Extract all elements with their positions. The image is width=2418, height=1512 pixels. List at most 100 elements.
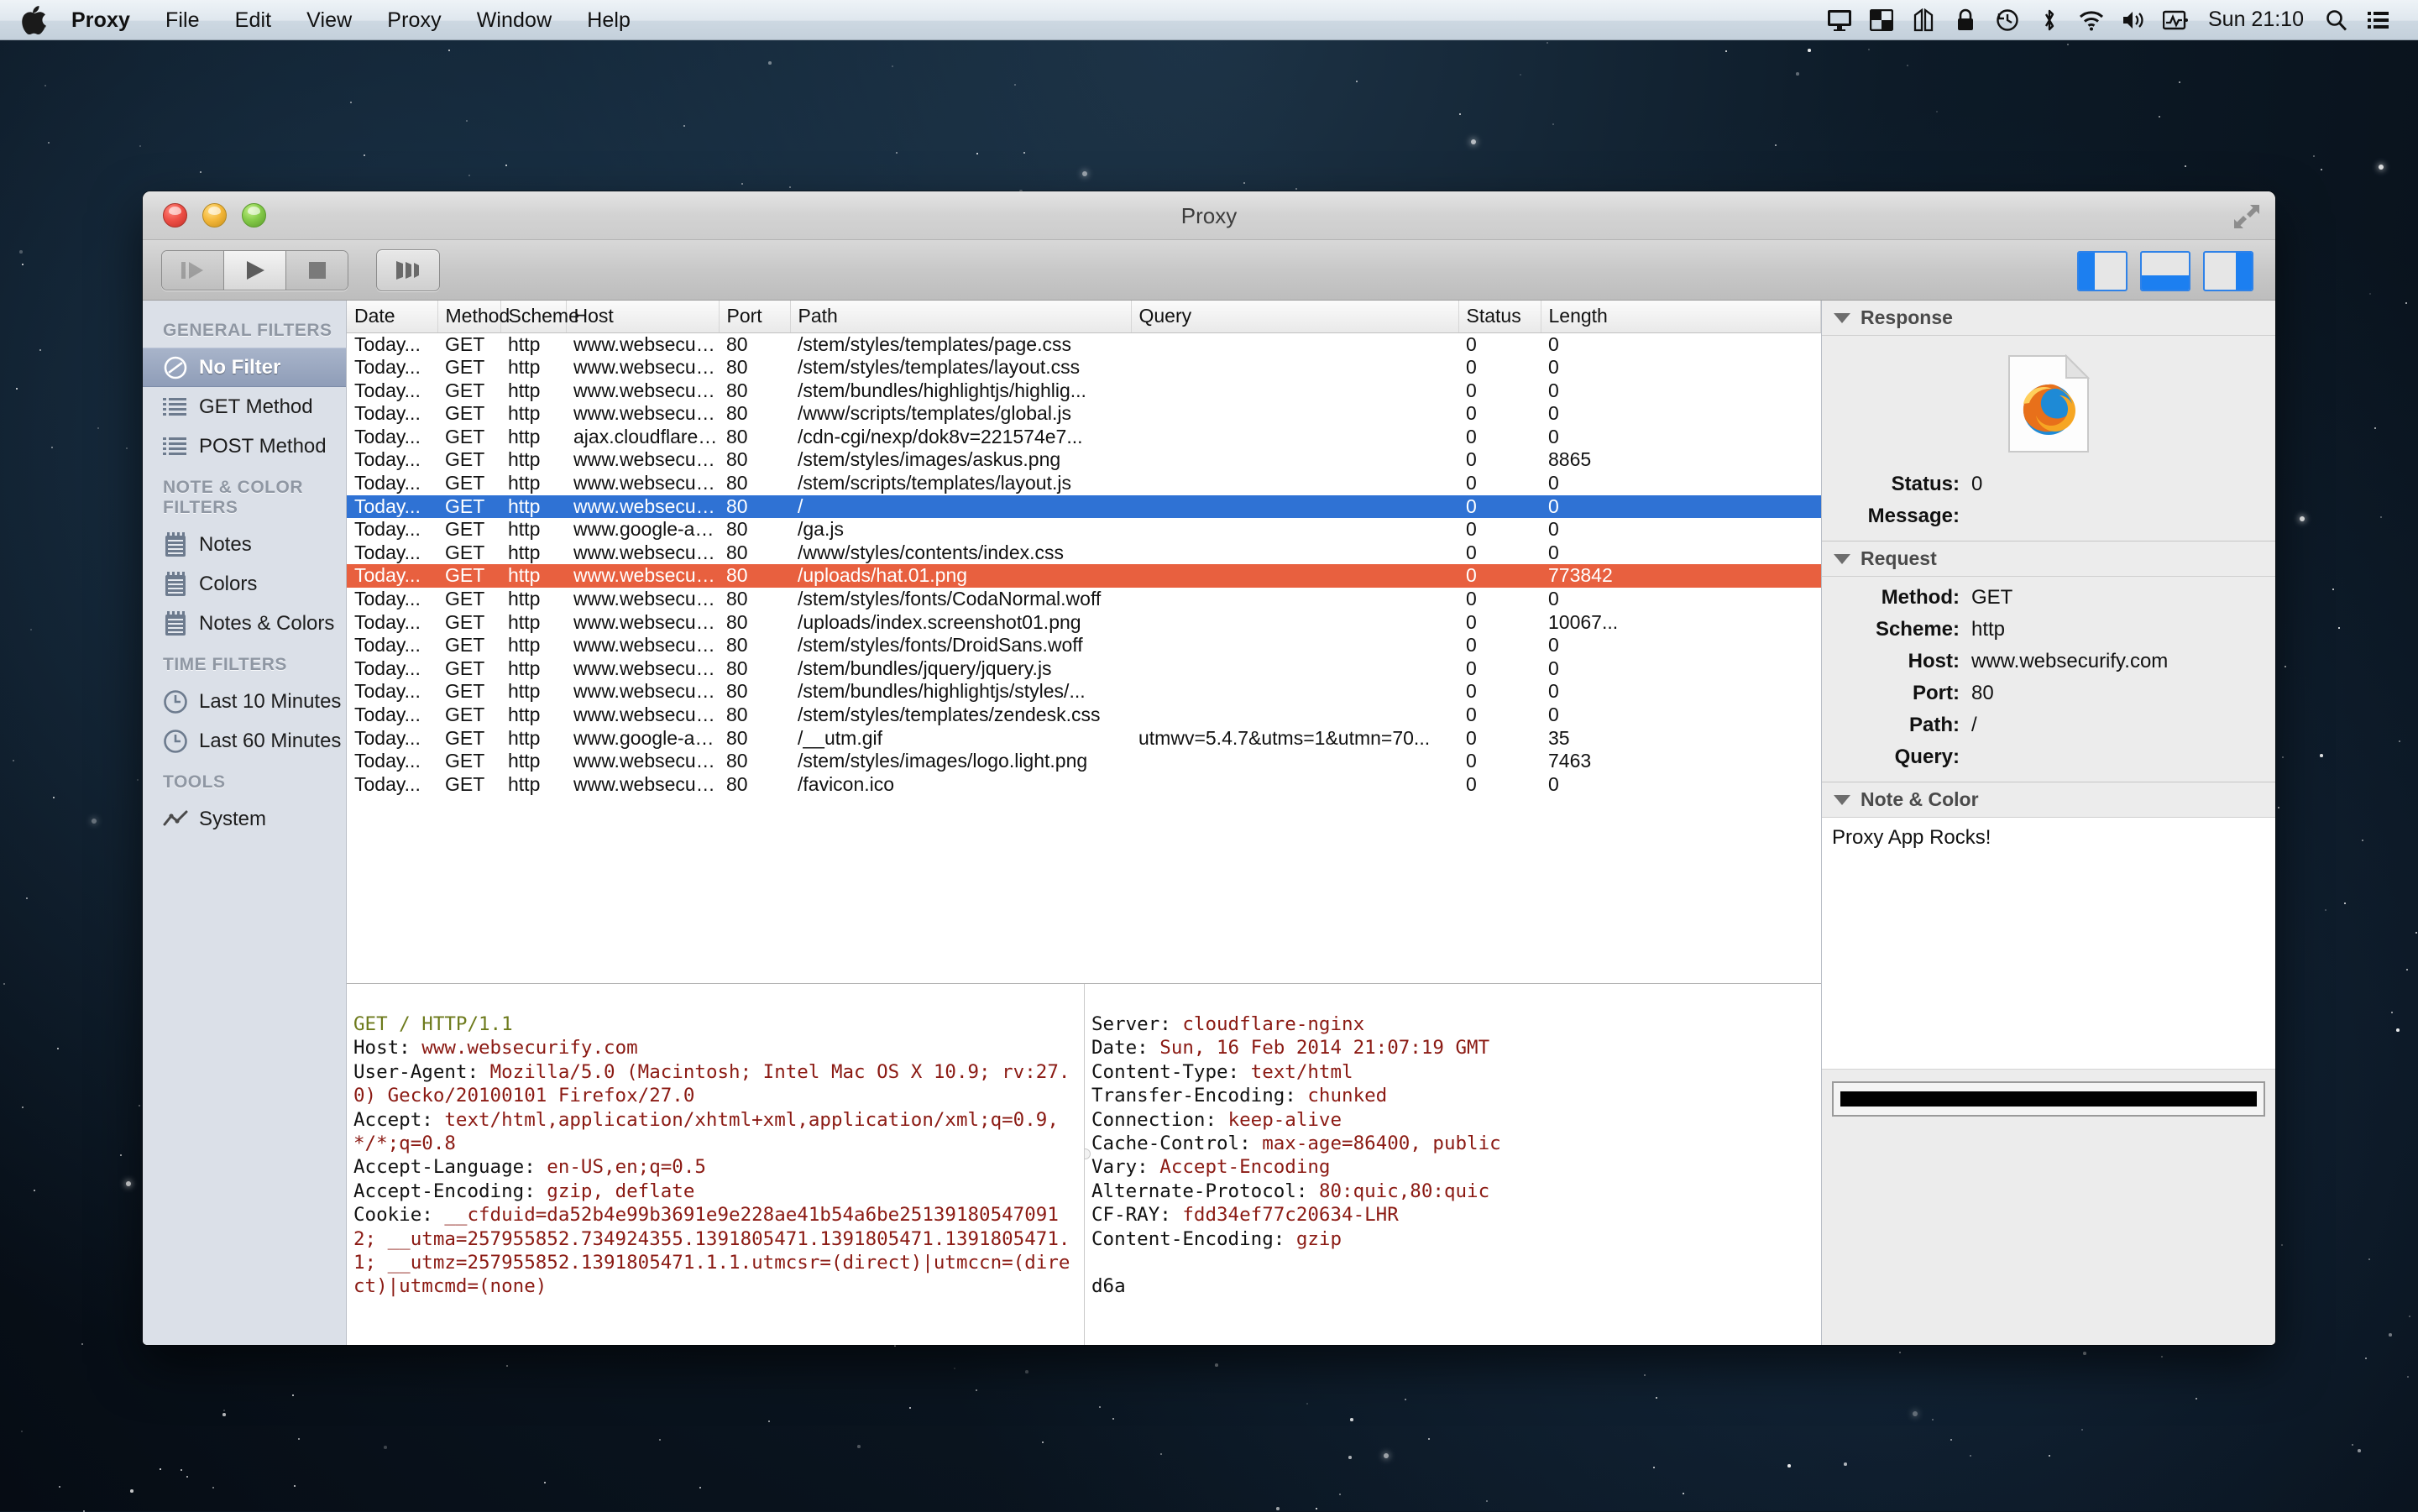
table-row[interactable]: Today... GET http www.websecuri... 80/stem/s… bbox=[347, 634, 1821, 657]
play-button[interactable] bbox=[224, 250, 286, 290]
toggle-bottom-panel[interactable] bbox=[2140, 251, 2190, 291]
column-header-length[interactable]: Length bbox=[1541, 301, 1821, 333]
response-text-pane[interactable]: Server: cloudflare-nginx Date: Sun, 16 F… bbox=[1084, 984, 1821, 1345]
table-row[interactable]: Today... GET http www.websecuri... 80/upload… bbox=[347, 564, 1821, 589]
table-row[interactable]: Today... GET http www.websecuri... 80/ 0 0 bbox=[347, 494, 1821, 519]
columns-button[interactable] bbox=[376, 249, 440, 291]
sidebar-item-last-10-minutes[interactable]: Last 10 Minutes bbox=[143, 682, 346, 721]
menu-item-help[interactable]: Help bbox=[569, 0, 648, 40]
column-header-host[interactable]: Host bbox=[566, 301, 720, 333]
cell-port: 80 bbox=[726, 402, 748, 425]
request-field-method: Method: GET bbox=[1822, 582, 2275, 614]
cell-path: /stem/scripts/templates/layout.js bbox=[798, 472, 1071, 494]
stop-button[interactable] bbox=[286, 250, 348, 290]
response-section-header[interactable]: Response bbox=[1822, 301, 2275, 336]
sidebar-item-no-filter[interactable]: No Filter bbox=[143, 348, 346, 387]
table-row[interactable]: Today... GET http www.google-an... 80/ga.js 0… bbox=[347, 518, 1821, 541]
table-row[interactable]: Today... GET http www.websecuri... 80/stem/s… bbox=[347, 750, 1821, 773]
fullscreen-expand-icon[interactable] bbox=[2232, 201, 2262, 232]
cell-length: 0 bbox=[1548, 772, 1559, 795]
cell-host: www.websecuri... bbox=[573, 634, 719, 657]
table-row[interactable]: Today... GET http www.websecuri... 80/stem/b… bbox=[347, 680, 1821, 704]
chevron-down-icon[interactable] bbox=[1834, 553, 1850, 564]
sidebar-item-system[interactable]: System bbox=[143, 799, 346, 839]
toggle-sidebar[interactable] bbox=[2077, 251, 2128, 291]
table-row[interactable]: Today... GET http www.websecuri... 80/stem/b… bbox=[347, 379, 1821, 403]
menu-bar-clock[interactable]: Sun 21:10 bbox=[2196, 8, 2316, 32]
cell-status: 0 bbox=[1458, 494, 1541, 519]
request-section-header[interactable]: Request bbox=[1822, 541, 2275, 577]
apple-logo-icon[interactable] bbox=[22, 5, 47, 34]
cell-method: GET bbox=[445, 402, 485, 425]
table-row[interactable]: Today... GET http ajax.cloudflare.... 80/cdn… bbox=[347, 426, 1821, 449]
column-header-status[interactable]: Status bbox=[1458, 301, 1541, 333]
lock-icon[interactable] bbox=[1944, 0, 1986, 40]
cell-port: 80 bbox=[719, 494, 790, 519]
cell-query bbox=[1131, 332, 1458, 356]
table-row[interactable]: Today... GET http www.websecuri... 80/favico… bbox=[347, 773, 1821, 797]
notification-center-icon[interactable] bbox=[2358, 0, 2400, 40]
search-icon[interactable] bbox=[2316, 0, 2358, 40]
menu-item-edit[interactable]: Edit bbox=[217, 0, 289, 40]
note-color-section-header[interactable]: Note & Color bbox=[1822, 782, 2275, 818]
menu-item-proxy[interactable]: Proxy bbox=[369, 0, 458, 40]
table-row[interactable]: Today... GET http www.websecuri... 80/stem/s… bbox=[347, 704, 1821, 727]
activity-icon[interactable] bbox=[2154, 0, 2196, 40]
window-title-bar[interactable]: Proxy bbox=[143, 191, 2275, 240]
menu-item-view[interactable]: View bbox=[289, 0, 369, 40]
color-swatch-picker[interactable] bbox=[1832, 1081, 2265, 1117]
toggle-inspector[interactable] bbox=[2203, 251, 2253, 291]
table-row[interactable]: Today... GET http www.websecuri... 80/stem/s… bbox=[347, 472, 1821, 495]
sidebar-item-post-method[interactable]: POST Method bbox=[143, 426, 346, 466]
chevron-down-icon[interactable] bbox=[1834, 794, 1850, 805]
column-view-icon[interactable] bbox=[1902, 0, 1944, 40]
table-row[interactable]: Today... GET http www.websecuri... 80/www/st… bbox=[347, 541, 1821, 565]
cell-path: /stem/styles/templates/zendesk.css bbox=[798, 704, 1101, 725]
table-row[interactable]: Today... GET http www.websecuri... 80/stem/b… bbox=[347, 657, 1821, 681]
menu-item-file[interactable]: File bbox=[148, 0, 217, 40]
table-row[interactable]: Today... GET http www.websecuri... 80/stem/s… bbox=[347, 448, 1821, 472]
cell-path: /stem/styles/fonts/DroidSans.woff bbox=[798, 634, 1083, 657]
chevron-down-icon[interactable] bbox=[1834, 312, 1850, 323]
table-row[interactable]: Today... GET http www.websecuri... 80/stem/s… bbox=[347, 332, 1821, 356]
color-swatch[interactable] bbox=[1840, 1091, 2257, 1107]
mission-control-icon[interactable] bbox=[1861, 0, 1902, 40]
cell-host: www.websecuri... bbox=[573, 680, 719, 703]
table-row[interactable]: Today... GET http www.websecuri... 80/stem/s… bbox=[347, 356, 1821, 379]
sidebar-item-get-method[interactable]: GET Method bbox=[143, 387, 346, 426]
sidebar-item-notes-colors[interactable]: Notes & Colors bbox=[143, 604, 346, 643]
column-header-date[interactable]: Date bbox=[347, 301, 438, 333]
pane-splitter-handle[interactable] bbox=[1085, 1148, 1091, 1159]
request-text-pane[interactable]: GET / HTTP/1.1 Host: www.websecurify.com… bbox=[347, 984, 1084, 1345]
cell-port: 80 bbox=[726, 356, 748, 379]
menu-item-window[interactable]: Window bbox=[459, 0, 570, 40]
requests-table-container[interactable]: Date Method Scheme Host Port Path Query … bbox=[347, 301, 1821, 983]
cell-query bbox=[1131, 634, 1458, 657]
display-icon[interactable] bbox=[1819, 0, 1861, 40]
volume-icon[interactable] bbox=[2112, 0, 2154, 40]
column-header-port[interactable]: Port bbox=[719, 301, 791, 333]
table-row[interactable]: Today... GET http www.websecuri... 80/upload… bbox=[347, 611, 1821, 635]
table-row[interactable]: Today... GET http www.websecuri... 80/www/sc… bbox=[347, 402, 1821, 426]
cell-method: GET bbox=[445, 704, 485, 725]
step-button[interactable] bbox=[162, 250, 224, 290]
time-machine-icon[interactable] bbox=[1986, 0, 2028, 40]
request-field-port: Port: 80 bbox=[1822, 678, 2275, 709]
sidebar-item-last-60-minutes[interactable]: Last 60 Minutes bbox=[143, 721, 346, 761]
filters-sidebar: GENERAL FILTERS No Filter GET Method POST M… bbox=[143, 301, 347, 1345]
menu-item-app[interactable]: Proxy bbox=[54, 0, 148, 40]
cell-status: 0 bbox=[1466, 680, 1477, 703]
table-row[interactable]: Today... GET http www.google-an... 80 /__utm.… bbox=[347, 727, 1821, 751]
wifi-icon[interactable] bbox=[2070, 0, 2112, 40]
column-header-query[interactable]: Query bbox=[1131, 301, 1459, 333]
table-row[interactable]: Today... GET http www.websecuri... 80/stem/s… bbox=[347, 588, 1821, 611]
cell-method: GET bbox=[445, 610, 485, 633]
sidebar-item-colors[interactable]: Colors bbox=[143, 564, 346, 604]
note-text-field[interactable]: Proxy App Rocks! bbox=[1822, 818, 2275, 1070]
column-header-scheme[interactable]: Scheme bbox=[500, 301, 579, 333]
sidebar-item-notes[interactable]: Notes bbox=[143, 525, 346, 564]
bluetooth-icon[interactable] bbox=[2028, 0, 2070, 40]
column-header-method[interactable]: Method bbox=[437, 301, 510, 333]
column-header-path[interactable]: Path bbox=[790, 301, 1132, 333]
field-label: Port: bbox=[1913, 682, 1960, 704]
